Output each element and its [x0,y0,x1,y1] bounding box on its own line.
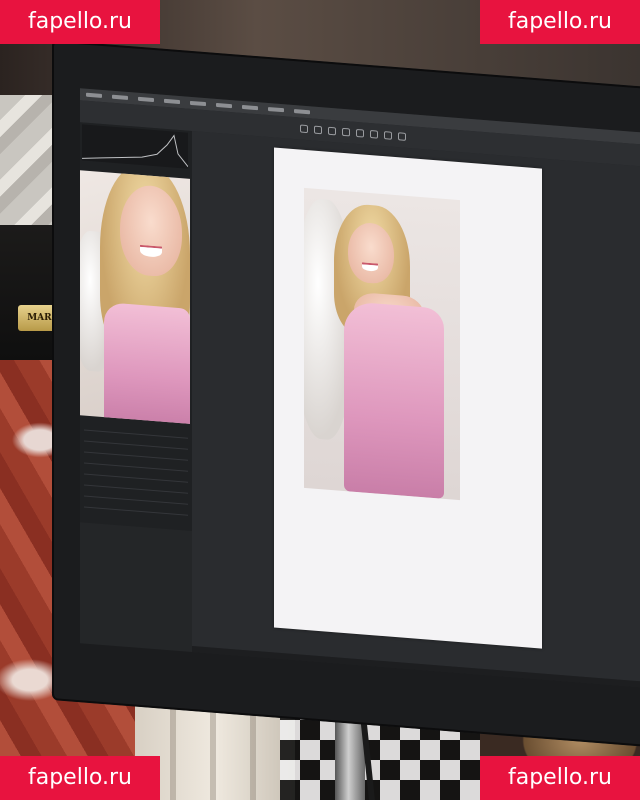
histogram [82,124,188,169]
watermark-top-right: fapello.ru [480,0,640,44]
tool-icon[interactable] [370,130,378,139]
watermark-bottom-left: fapello.ru [0,756,160,800]
tool-icon[interactable] [300,124,308,134]
pink-dress [104,302,190,424]
tool-icon[interactable] [398,132,406,141]
pink-dress [344,300,444,499]
thumbnail-preview[interactable] [80,170,190,424]
menu-item[interactable] [242,104,258,111]
watermark-top-left: fapello.ru [0,0,160,44]
monitor-screen [80,88,640,688]
photo-scene: MARC fapello.ru fapello.ru fapello.ru fa… [0,0,640,800]
menu-item[interactable] [86,92,102,98]
adjustment-list [84,422,188,531]
print-layout-page [274,147,542,649]
menu-item[interactable] [164,98,180,105]
tool-icon[interactable] [314,125,322,135]
menu-item[interactable] [190,100,206,107]
menu-item[interactable] [112,94,128,100]
monitor [52,40,640,748]
tool-icon[interactable] [328,126,336,136]
main-photo[interactable] [304,187,460,501]
menu-item[interactable] [216,102,232,109]
watermark-bottom-right: fapello.ru [480,756,640,800]
menu-item[interactable] [268,106,284,113]
tool-icon[interactable] [356,128,364,138]
main-canvas[interactable] [192,131,640,682]
menu-item[interactable] [138,96,154,103]
left-tools-panel [80,122,192,532]
tool-icon[interactable] [342,127,350,137]
menu-item[interactable] [294,109,310,115]
tool-icon[interactable] [384,131,392,140]
